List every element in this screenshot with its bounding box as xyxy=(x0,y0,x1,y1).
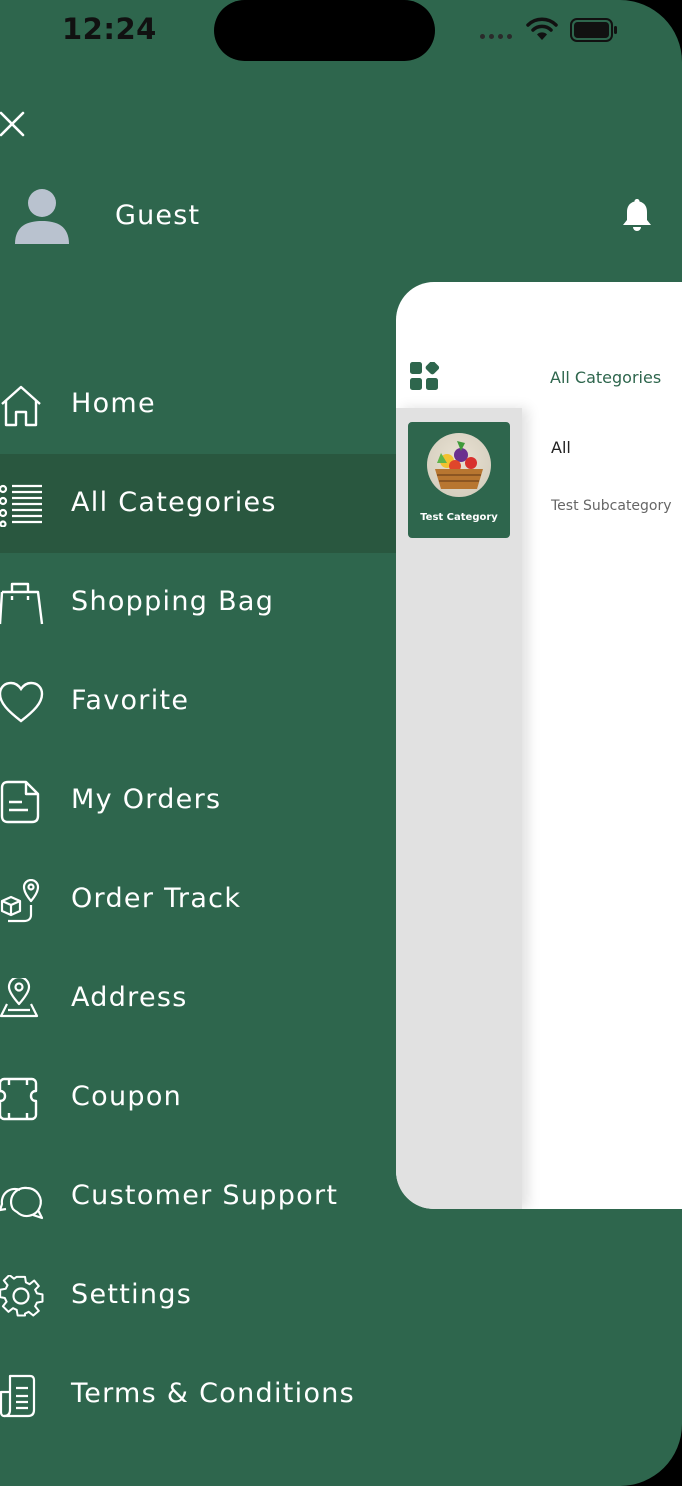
menu-item-terms-conditions[interactable]: Terms & Conditions xyxy=(0,1345,396,1444)
bag-icon xyxy=(0,582,44,625)
menu-label: Customer Support xyxy=(71,1180,339,1211)
location-icon xyxy=(0,978,39,1018)
menu-item-shopping-bag[interactable]: Shopping Bag xyxy=(0,553,396,652)
menu-item-customer-support[interactable]: Customer Support xyxy=(0,1147,396,1246)
heart-icon xyxy=(0,681,44,723)
menu-label: Shopping Bag xyxy=(71,586,275,617)
menu-label: All Categories xyxy=(71,487,277,518)
home-icon xyxy=(1,385,41,427)
chat-icon xyxy=(0,1186,44,1220)
status-time: 12:24 xyxy=(62,12,157,46)
close-icon[interactable] xyxy=(0,110,26,138)
menu-label: Terms & Conditions xyxy=(71,1378,356,1409)
page-title: All Categories xyxy=(550,368,662,387)
menu-label: Home xyxy=(71,388,156,419)
subcategory-item[interactable]: Test Subcategory xyxy=(551,498,672,514)
gear-icon xyxy=(0,1275,44,1317)
avatar-icon xyxy=(15,189,69,244)
dynamic-island xyxy=(214,0,435,61)
user-name: Guest xyxy=(115,200,201,231)
menu-label: Order Track xyxy=(71,883,242,914)
signal-icon xyxy=(480,34,512,39)
menu-item-all-categories[interactable]: All Categories xyxy=(0,454,396,553)
menu-label: Favorite xyxy=(71,685,190,716)
menu-label: My Orders xyxy=(71,784,222,815)
menu-item-favorite[interactable]: Favorite xyxy=(0,652,396,751)
wifi-icon xyxy=(526,17,558,40)
menu-label: Settings xyxy=(71,1279,193,1310)
menu-item-my-orders[interactable]: My Orders xyxy=(0,751,396,850)
fruit-basket-image xyxy=(427,433,491,497)
orders-icon xyxy=(0,780,40,824)
menu-item-order-track[interactable]: Order Track xyxy=(0,850,396,949)
main-content-preview[interactable]: All Categories Test Category All Test Su… xyxy=(396,282,682,1209)
menu-item-home[interactable]: Home xyxy=(0,355,396,454)
menu-label: Coupon xyxy=(71,1081,183,1112)
battery-icon xyxy=(570,18,617,42)
subcategory-all[interactable]: All xyxy=(551,438,571,457)
category-grid-icon xyxy=(410,362,440,390)
notification-bell-icon[interactable] xyxy=(621,197,653,233)
menu-item-coupon[interactable]: Coupon xyxy=(0,1048,396,1147)
menu-item-address[interactable]: Address xyxy=(0,949,396,1048)
category-label: Test Category xyxy=(420,512,498,523)
menu-label: Address xyxy=(71,982,188,1013)
document-icon xyxy=(0,1374,36,1418)
app-screen: 12:24 Guest Home All Categories Shopping… xyxy=(0,0,682,1486)
list-icon xyxy=(0,484,42,527)
menu-item-settings[interactable]: Settings xyxy=(0,1246,396,1345)
category-tile[interactable]: Test Category xyxy=(408,422,510,538)
coupon-icon xyxy=(0,1077,38,1121)
order-track-icon xyxy=(0,879,40,923)
